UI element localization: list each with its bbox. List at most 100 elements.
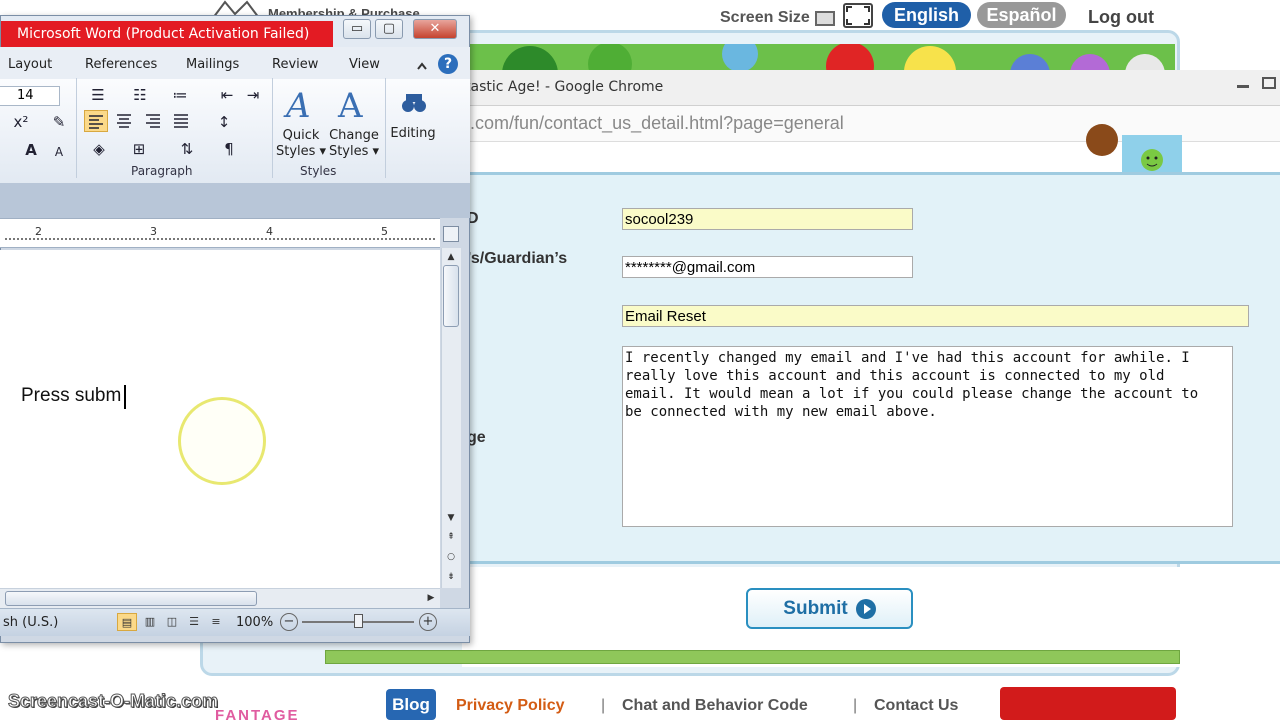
shading-icon[interactable]: ◈ (88, 139, 110, 159)
submit-button[interactable]: Submit (746, 588, 913, 629)
line-spacing-icon[interactable]: ↕ (212, 112, 236, 132)
increase-indent-icon[interactable]: ⇥ (242, 85, 264, 105)
chat-behavior-link[interactable]: Chat and Behavior Code (622, 697, 808, 715)
numbering-icon[interactable]: ☷ (128, 85, 152, 105)
word-minimize-button[interactable]: ▭ (343, 19, 371, 39)
draft-view-icon[interactable]: ≡ (206, 613, 226, 631)
align-center-icon (117, 114, 131, 128)
ribbon-separator (272, 78, 273, 178)
tab-view[interactable]: View (349, 57, 380, 72)
zoom-out-button[interactable]: − (280, 613, 298, 631)
justify-button[interactable] (170, 110, 194, 132)
footer-separator: | (601, 697, 606, 714)
styles-group-label: Styles (300, 164, 337, 178)
change-styles-icon[interactable]: A (334, 85, 372, 126)
minimize-icon (1237, 85, 1249, 88)
ribbon-separator (76, 78, 77, 178)
url-host: .com (470, 113, 510, 133)
logout-link[interactable]: Log out (1088, 7, 1154, 28)
text-highlight-icon[interactable]: ✎ (48, 112, 70, 132)
address-input[interactable]: .com/fun/contact_us_detail.html?page=gen… (470, 113, 844, 134)
chrome-window-title: tastic Age! - Google Chrome (465, 79, 664, 95)
horizontal-scroll-thumb[interactable] (5, 591, 257, 606)
fullscreen-icon (846, 6, 870, 25)
horizontal-ruler (0, 218, 440, 248)
full-screen-reading-icon[interactable]: ▥ (140, 613, 160, 631)
bullets-icon[interactable]: ☰ (86, 85, 110, 105)
scroll-right-icon[interactable]: ▶ (424, 591, 438, 605)
mouse-highlight-ring (178, 397, 266, 485)
ruler-number: 2 (35, 225, 42, 238)
scroll-down-icon[interactable]: ▼ (444, 511, 458, 525)
grow-font-button[interactable]: A (20, 140, 42, 160)
decrease-indent-icon[interactable]: ⇤ (216, 85, 238, 105)
mascot-image (1082, 120, 1212, 175)
change-styles-label-2[interactable]: Styles ▾ (328, 144, 380, 159)
chrome-restore-button[interactable] (1258, 72, 1280, 94)
email-field[interactable]: ********@gmail.com (622, 256, 913, 278)
change-styles-label[interactable]: Change (328, 128, 380, 143)
ruler-number: 3 (150, 225, 157, 238)
zoom-in-button[interactable]: + (419, 613, 437, 631)
tab-mailings[interactable]: Mailings (186, 57, 239, 72)
text-caret (124, 385, 126, 409)
chrome-minimize-button[interactable] (1232, 72, 1254, 94)
word-close-button[interactable]: ✕ (413, 19, 457, 39)
username-field[interactable]: socool239 (622, 208, 913, 230)
view-ruler-toggle[interactable] (443, 226, 459, 242)
web-layout-icon[interactable]: ◫ (162, 613, 182, 631)
font-size-select[interactable]: 14 (0, 86, 60, 106)
find-binoculars-icon[interactable] (396, 86, 432, 122)
zoom-level[interactable]: 100% (236, 615, 273, 630)
outline-view-icon[interactable]: ☰ (184, 613, 204, 631)
screen-size-fullscreen-button[interactable] (843, 3, 873, 28)
zoom-slider-thumb[interactable] (354, 614, 363, 628)
screen-size-normal-button[interactable] (815, 11, 835, 26)
quick-styles-label-2[interactable]: Styles ▾ (276, 144, 326, 159)
contact-us-link[interactable]: Contact Us (874, 697, 958, 715)
align-right-button[interactable] (142, 110, 166, 132)
show-formatting-button[interactable]: ¶ (218, 139, 240, 159)
help-icon[interactable]: ? (438, 54, 458, 74)
vertical-scroll-thumb[interactable] (443, 265, 459, 327)
align-right-icon (146, 114, 160, 128)
editing-label[interactable]: Editing (388, 126, 438, 141)
gift-banner-button[interactable] (1000, 687, 1176, 720)
shrink-font-button[interactable]: A (48, 142, 70, 162)
tab-references[interactable]: References (85, 57, 157, 72)
blog-link[interactable]: Blog (386, 689, 436, 720)
tab-review[interactable]: Review (272, 57, 318, 72)
paragraph-group-label: Paragraph (131, 164, 193, 178)
url-path: /fun/contact_us_detail.html?page=general (509, 113, 844, 133)
quick-styles-label[interactable]: Quick (278, 128, 324, 143)
superscript-button[interactable]: x² (10, 112, 32, 132)
next-page-icon[interactable]: ⇟ (444, 570, 458, 584)
print-layout-view-icon[interactable]: ▤ (117, 613, 137, 631)
language-status[interactable]: sh (U.S.) (3, 615, 58, 630)
scroll-up-icon[interactable]: ▲ (444, 250, 458, 264)
svg-text:A: A (283, 86, 311, 125)
borders-icon[interactable]: ⊞ (128, 139, 150, 159)
word-maximize-button[interactable]: ▢ (375, 19, 403, 39)
align-left-button[interactable] (84, 110, 108, 132)
language-english-button[interactable]: English (882, 2, 971, 28)
ribbon-collapse-icon[interactable] (416, 59, 428, 71)
submit-label: Submit (783, 597, 848, 619)
message-textarea[interactable]: I recently changed my email and I've had… (622, 346, 1233, 527)
subject-field[interactable]: Email Reset (622, 305, 1249, 327)
align-center-button[interactable] (113, 110, 137, 132)
previous-page-icon[interactable]: ⇞ (444, 530, 458, 544)
play-arrow-icon (855, 598, 876, 619)
parent-email-label: ’s/Guardian’s (467, 250, 568, 267)
multilevel-list-icon[interactable]: ≔ (168, 85, 192, 105)
quick-styles-icon[interactable]: A (282, 85, 320, 126)
tab-page-layout[interactable]: Layout (8, 57, 52, 72)
ribbon-separator (385, 78, 386, 178)
align-left-icon (89, 115, 103, 129)
privacy-policy-link[interactable]: Privacy Policy (456, 697, 565, 715)
sort-icon[interactable]: ⇅ (176, 139, 198, 159)
browse-object-icon[interactable]: ○ (444, 550, 458, 564)
svg-text:A: A (337, 86, 363, 125)
screen-size-label: Screen Size (720, 9, 810, 26)
language-espanol-button[interactable]: Español (977, 2, 1066, 28)
